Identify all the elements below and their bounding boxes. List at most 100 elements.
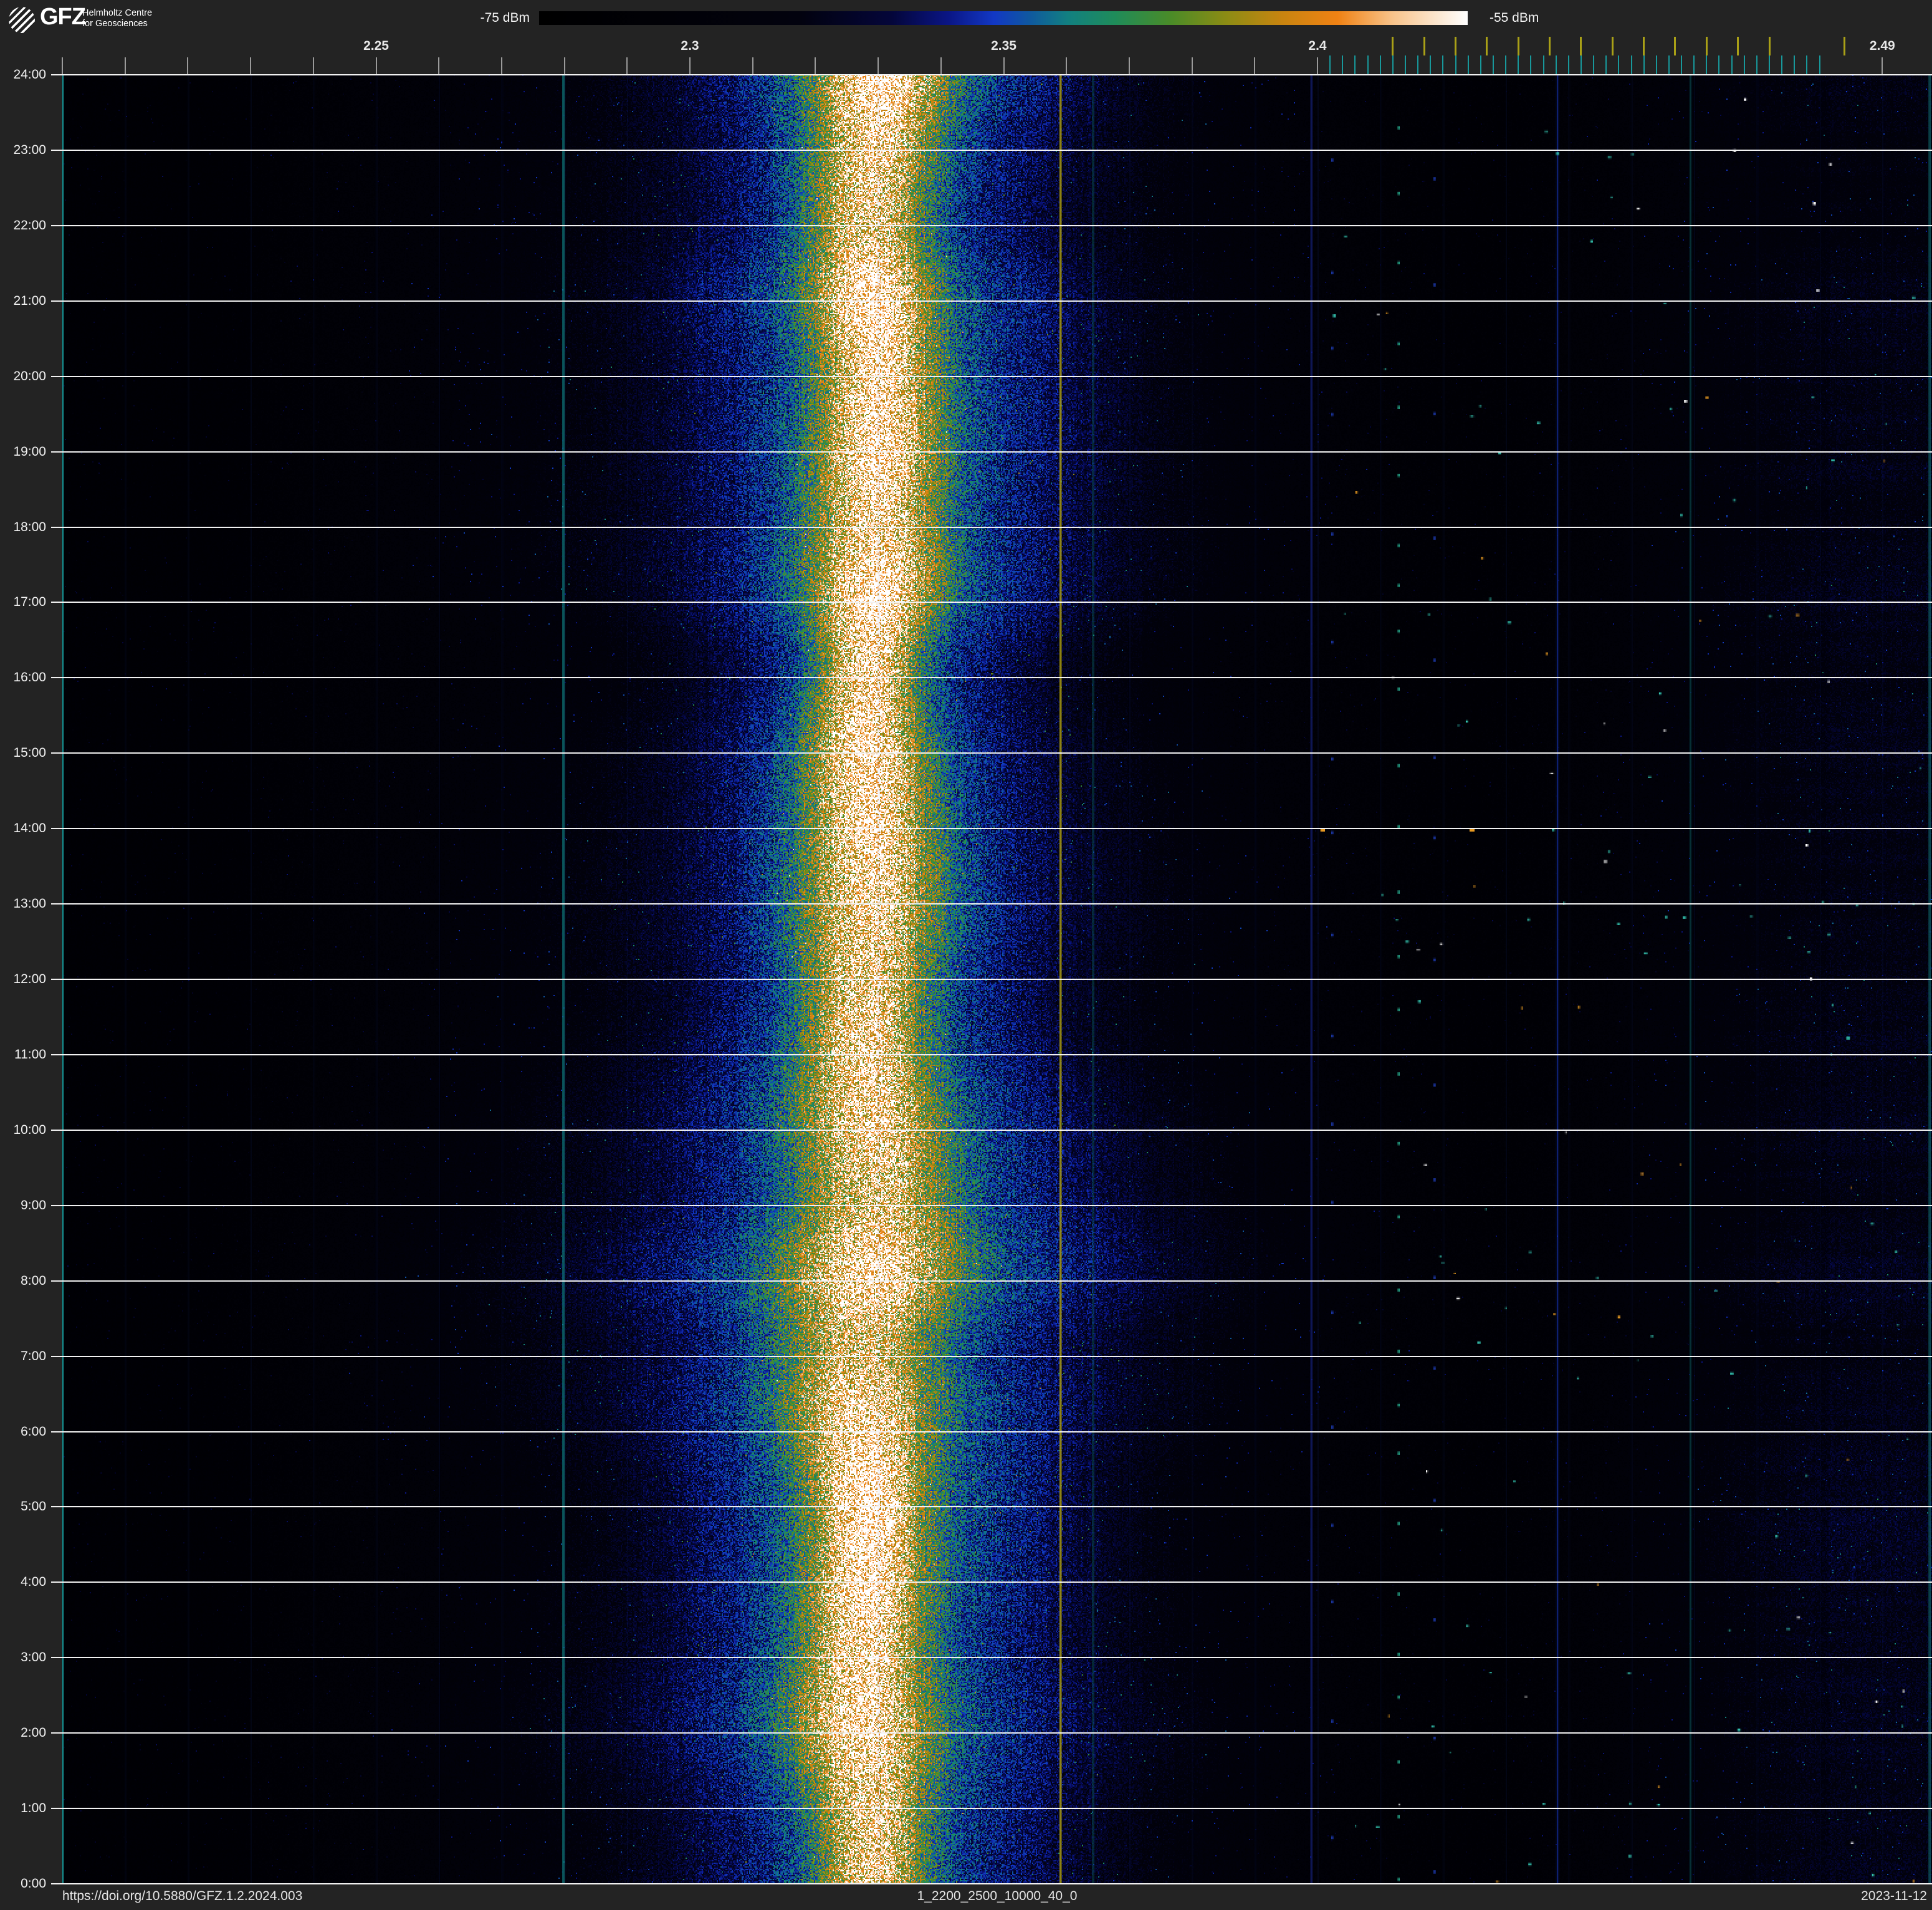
- ble-channel-tick: [1417, 55, 1419, 75]
- hour-gridline: [51, 602, 1932, 603]
- time-label-2100: 21:00: [13, 293, 46, 308]
- ble-channel-tick: [1718, 55, 1720, 75]
- ble-channel-tick: [1593, 55, 1595, 75]
- hour-gridline: [51, 1280, 1932, 1282]
- time-label-1800: 18:00: [13, 519, 46, 534]
- time-label-300: 3:00: [21, 1650, 46, 1665]
- time-label-200: 2:00: [21, 1725, 46, 1740]
- time-label-1000: 10:00: [13, 1122, 46, 1137]
- freq-minor-tick: [187, 57, 189, 75]
- logo-subtitle-line2: for Geosciences: [82, 18, 148, 29]
- hour-gridline: [51, 1204, 1932, 1206]
- ble-channel-tick: [1706, 55, 1708, 75]
- hour-gridline: [51, 1808, 1932, 1810]
- ble-channel-tick: [1781, 55, 1783, 75]
- ble-channel-tick: [1769, 55, 1771, 75]
- ble-channel-tick: [1430, 55, 1432, 75]
- freq-minor-tick: [438, 57, 440, 75]
- ble-channel-tick: [1693, 55, 1695, 75]
- hour-gridline: [51, 149, 1932, 151]
- freq-minor-tick: [626, 57, 628, 75]
- ble-channel-tick: [1618, 55, 1620, 75]
- ble-channel-tick: [1605, 55, 1607, 75]
- time-label-2200: 22:00: [13, 218, 46, 233]
- ble-channel-tick: [1567, 55, 1569, 75]
- ble-channel-tick: [1379, 55, 1381, 75]
- wifi-channel-tick: [1549, 37, 1551, 55]
- wifi-channel-tick: [1674, 37, 1676, 55]
- ble-channel-tick: [1467, 55, 1469, 75]
- time-label-1200: 12:00: [13, 972, 46, 986]
- time-label-800: 8:00: [21, 1273, 46, 1288]
- hour-gridline: [51, 375, 1932, 377]
- ble-channel-tick: [1630, 55, 1632, 75]
- wifi-channel-tick: [1392, 37, 1394, 55]
- freq-label-2.35: 2.35: [991, 39, 1016, 53]
- ble-channel-tick: [1668, 55, 1670, 75]
- ble-channel-tick: [1354, 55, 1356, 75]
- ble-channel-tick: [1492, 55, 1494, 75]
- ble-channel-tick: [1655, 55, 1657, 75]
- hour-gridline: [51, 1732, 1932, 1734]
- freq-minor-tick: [1882, 57, 1883, 75]
- logo-acronym: GFZ: [40, 4, 86, 30]
- time-label-2000: 20:00: [13, 368, 46, 383]
- freq-minor-tick: [752, 57, 753, 75]
- ble-channel-tick: [1367, 55, 1369, 75]
- ble-channel-tick: [1342, 55, 1344, 75]
- colorbar-gradient: [539, 11, 1468, 25]
- freq-label-2.4: 2.4: [1308, 39, 1327, 53]
- freq-minor-tick: [878, 57, 879, 75]
- footer-doi: https://doi.org/10.5880/GFZ.1.2.2024.003: [62, 1889, 303, 1903]
- wifi-channel-tick: [1423, 37, 1425, 55]
- freq-minor-tick: [500, 57, 502, 75]
- ble-channel-tick: [1731, 55, 1733, 75]
- hour-gridline: [51, 526, 1932, 528]
- freq-minor-tick: [689, 57, 691, 75]
- freq-label-2.3: 2.3: [681, 39, 699, 53]
- hour-gridline: [51, 903, 1932, 905]
- ble-channel-tick: [1404, 55, 1406, 75]
- freq-minor-tick: [312, 57, 314, 75]
- time-label-1400: 14:00: [13, 821, 46, 836]
- ble-channel-tick: [1518, 55, 1519, 75]
- wifi-channel-tick: [1580, 37, 1582, 55]
- ble-channel-tick: [1530, 55, 1532, 75]
- wifi-channel-tick: [1844, 37, 1846, 55]
- freq-minor-tick: [1254, 57, 1256, 75]
- hour-gridline: [51, 451, 1932, 453]
- wifi-channel-tick: [1768, 37, 1771, 55]
- time-label-2400: 24:00: [13, 67, 46, 82]
- time-label-600: 6:00: [21, 1424, 46, 1439]
- hour-gridline: [51, 1506, 1932, 1508]
- time-label-1100: 11:00: [14, 1047, 46, 1062]
- ble-channel-tick: [1580, 55, 1582, 75]
- freq-minor-tick: [62, 57, 63, 75]
- wifi-channel-tick: [1643, 37, 1645, 55]
- time-label-1600: 16:00: [13, 670, 46, 685]
- freq-minor-tick: [124, 57, 126, 75]
- ble-channel-tick: [1643, 55, 1645, 75]
- wifi-channel-tick: [1455, 37, 1457, 55]
- ble-channel-tick: [1480, 55, 1481, 75]
- hour-gridline: [51, 1581, 1932, 1583]
- freq-label-2.25: 2.25: [363, 39, 389, 53]
- wifi-channel-tick: [1517, 37, 1519, 55]
- time-label-2300: 23:00: [13, 142, 46, 157]
- ble-channel-tick: [1329, 55, 1331, 75]
- ble-channel-tick: [1505, 55, 1507, 75]
- hour-gridline: [51, 224, 1932, 226]
- footer-dataset: 1_2200_2500_10000_40_0: [917, 1889, 1078, 1903]
- hour-gridline: [51, 1657, 1932, 1659]
- time-label-500: 5:00: [21, 1499, 46, 1514]
- hour-gridline: [51, 74, 1932, 75]
- wifi-channel-tick: [1611, 37, 1614, 55]
- ble-channel-tick: [1555, 55, 1557, 75]
- freq-minor-tick: [375, 57, 377, 75]
- freq-label-2.49: 2.49: [1869, 39, 1895, 53]
- logo-subtitle: Helmholtz Centre for Geosciences: [82, 8, 152, 29]
- freq-minor-tick: [815, 57, 816, 75]
- hour-gridline: [51, 1431, 1932, 1432]
- hour-gridline: [51, 1129, 1932, 1131]
- time-label-1300: 13:00: [13, 896, 46, 911]
